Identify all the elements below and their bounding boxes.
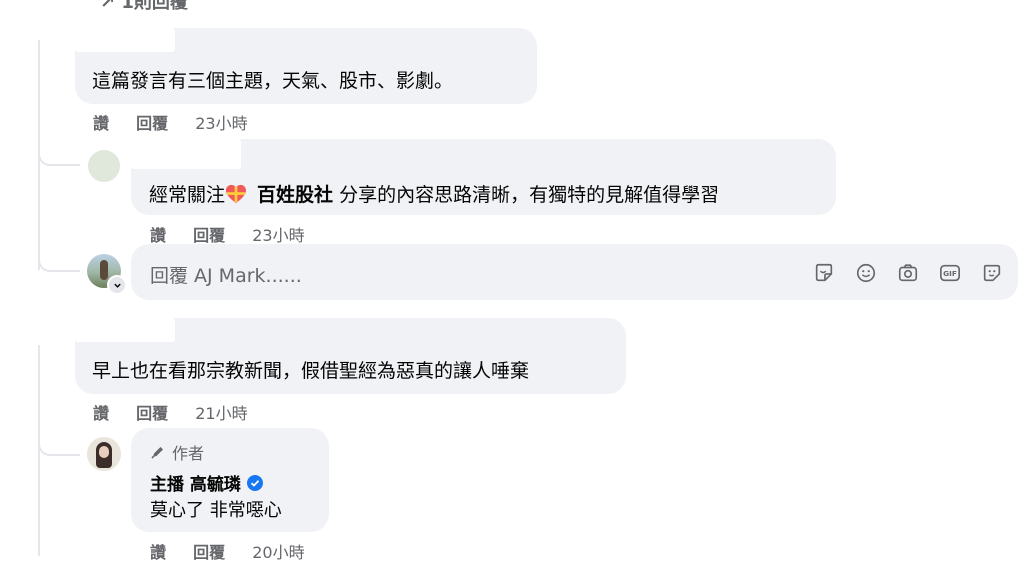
comment-text-post: 分享的內容思路清晰，有獨特的見解值得學習 [333, 184, 720, 206]
commenter-name-hidden [75, 318, 175, 342]
pen-icon [150, 444, 166, 460]
comment-text-pre: 經常關注 [149, 184, 226, 206]
like-button[interactable]: 讚 [150, 226, 166, 245]
comment-timestamp[interactable]: 21小時 [195, 404, 247, 423]
avatar-sticker-icon[interactable] [980, 261, 1004, 285]
comment-actions: 讚 回覆 23小時 [93, 110, 270, 134]
comment-timestamp[interactable]: 20小時 [252, 543, 304, 562]
like-button[interactable]: 讚 [93, 114, 109, 133]
author-badge: 作者 [150, 440, 204, 464]
view-replies-link[interactable]: ↗ 1則回覆 [100, 0, 188, 14]
author-name[interactable]: 主播 高毓璘 [150, 470, 263, 495]
thread-connector [38, 410, 80, 456]
comment-text: 早上也在看那宗教新聞，假借聖經為惡真的讓人唾棄 [92, 360, 530, 382]
like-button[interactable]: 讚 [150, 543, 166, 562]
reply-button[interactable]: 回覆 [193, 543, 225, 562]
like-button[interactable]: 讚 [93, 404, 109, 423]
reply-button[interactable]: 回覆 [193, 226, 225, 245]
author-avatar[interactable] [87, 437, 121, 471]
chevron-down-icon[interactable] [107, 275, 127, 295]
comment-timestamp[interactable]: 23小時 [252, 226, 304, 245]
gift-heart-icon [225, 184, 247, 204]
comment-text: 經常關注 百姓股社 分享的內容思路清晰，有獨特的見解值得學習 [149, 180, 719, 207]
camera-icon[interactable] [896, 261, 920, 285]
comment-text: 莫心了 非常噁心 [150, 500, 282, 521]
reply-input[interactable]: 回覆 AJ Mark...... [150, 261, 302, 288]
emoji-icon[interactable] [854, 261, 878, 285]
comment-text: 這篇發言有三個主題，天氣、股市、影劇。 [92, 70, 454, 92]
thread-connector [38, 230, 80, 272]
sticker-icon[interactable] [812, 261, 836, 285]
reply-arrow-icon: ↗ [100, 0, 116, 13]
comment-timestamp[interactable]: 23小時 [195, 114, 247, 133]
svg-text:GIF: GIF [943, 269, 957, 278]
comment-actions: 讚 回覆 23小時 [150, 222, 327, 246]
commenter-name-hidden [75, 28, 175, 52]
verified-icon [246, 474, 263, 491]
author-badge-label: 作者 [172, 444, 205, 463]
commenter-name-hidden [131, 139, 241, 169]
reply-button[interactable]: 回覆 [136, 114, 168, 133]
comment-actions: 讚 回覆 21小時 [93, 400, 270, 424]
comment-actions: 讚 回覆 20小時 [150, 539, 327, 563]
author-name-label: 主播 高毓璘 [150, 475, 241, 495]
gif-icon[interactable]: GIF [938, 261, 962, 285]
page-mention[interactable]: 百姓股社 [257, 184, 333, 206]
view-replies-label: 1則回覆 [121, 0, 188, 13]
thread-connector [38, 120, 80, 166]
reply-button[interactable]: 回覆 [136, 404, 168, 423]
avatar[interactable] [88, 150, 120, 182]
